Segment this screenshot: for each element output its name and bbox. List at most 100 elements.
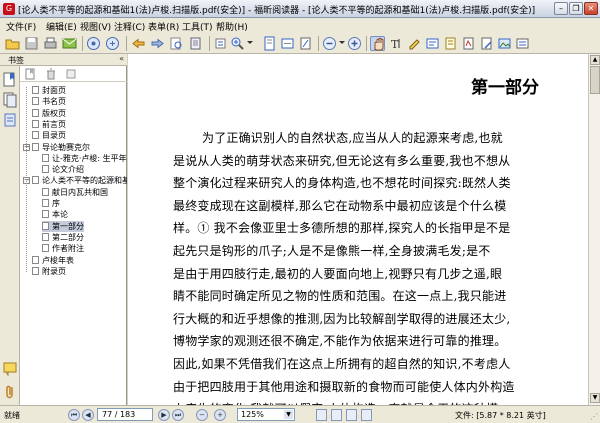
bookmark-item[interactable]: 论人类不平等的起源和基 xyxy=(32,175,127,186)
status-zoom-out-button[interactable]: − xyxy=(196,409,208,421)
open-folder-icon[interactable] xyxy=(5,36,20,51)
comments-tab-icon[interactable] xyxy=(3,360,17,376)
main-toolbar: T xyxy=(0,33,600,54)
continuous-view-icon[interactable] xyxy=(331,409,342,421)
scroll-thumb[interactable] xyxy=(590,66,600,94)
page-number-field[interactable]: 77 / 183 xyxy=(97,408,153,421)
pages-tab-icon[interactable] xyxy=(3,92,17,108)
typewriter-icon[interactable] xyxy=(425,36,440,51)
zoom-level-field[interactable]: 125% ▼ xyxy=(237,408,295,421)
snapshot-icon[interactable] xyxy=(105,36,120,51)
edit-document-icon[interactable] xyxy=(479,36,494,51)
body-text-line: 行大概的和近乎想像的推测,因为比较解剖学取得的进展还太少, xyxy=(173,311,511,326)
annotation-icon[interactable] xyxy=(407,36,422,51)
toolbar-divider xyxy=(318,36,319,51)
zoom-out-circle-icon[interactable] xyxy=(322,36,337,51)
body-text-line: 整个演化过程来研究人的身体构造,也不想花时间探究:既然人类 xyxy=(173,176,511,191)
back-arrow-icon[interactable] xyxy=(131,36,146,51)
bookmark-item[interactable]: 献日内瓦共和国 xyxy=(42,187,108,198)
page-view-icon[interactable] xyxy=(188,36,203,51)
fit-page-icon[interactable] xyxy=(262,36,277,51)
menu-comment[interactable]: 注释(C) xyxy=(114,20,145,33)
zoom-level-value: 125% xyxy=(241,410,264,419)
bookmark-item[interactable]: 版权页 xyxy=(32,108,66,119)
previous-page-button[interactable]: ◀ xyxy=(82,409,94,421)
body-text-line: 是说从人类的萌芽状态来研究,但无论这有多么重要,我也不想从 xyxy=(173,153,511,168)
forward-arrow-icon[interactable] xyxy=(150,36,165,51)
menu-form[interactable]: 表单(R) xyxy=(148,20,179,33)
close-button[interactable]: ✕ xyxy=(584,2,598,15)
bookmark-item[interactable]: 让-雅克·卢梭: 生平年 xyxy=(42,153,127,164)
bookmark-item[interactable]: 前言页 xyxy=(32,119,66,130)
search-doc-icon[interactable] xyxy=(169,36,184,51)
bookmark-label: 前言页 xyxy=(42,119,66,129)
zoom-menu-dropdown-icon[interactable] xyxy=(339,41,345,44)
bookmark-item[interactable]: 导论勒赛克尔 xyxy=(32,142,90,153)
bookmark-item[interactable]: 第二部分 xyxy=(42,232,84,243)
bookmarks-tab-icon[interactable] xyxy=(3,72,17,88)
bookmark-item[interactable]: 第一部分 xyxy=(42,220,84,232)
resize-grip-icon[interactable]: ⋰ xyxy=(590,412,598,421)
body-text-line: 睛不能同时确定所见之物的性质和范围。在这一点上,我只能进 xyxy=(173,289,507,304)
bookmark-label: 本论 xyxy=(52,210,68,220)
last-page-button[interactable]: ⏭ xyxy=(172,409,184,421)
status-ready-text: 就绪 xyxy=(4,411,20,420)
bookmark-item[interactable]: 书名页 xyxy=(32,96,66,107)
image-tool-icon[interactable] xyxy=(497,36,512,51)
bookmark-label: 论文介绍 xyxy=(52,165,84,175)
zoom-in-icon[interactable] xyxy=(230,36,245,51)
bookmark-item[interactable]: 目录页 xyxy=(32,130,66,141)
menu-tools[interactable]: 工具(T) xyxy=(182,20,213,33)
title-bar: G [论人类不平等的起源和基础1(法)卢梭.扫描版.pdf(安全)] - 福昕阅… xyxy=(0,0,600,18)
save-icon[interactable] xyxy=(24,36,39,51)
fit-width-icon[interactable] xyxy=(280,36,295,51)
print-icon[interactable] xyxy=(43,36,58,51)
bookmark-item[interactable]: 序 xyxy=(42,198,60,209)
email-icon[interactable] xyxy=(62,36,77,51)
single-page-view-icon[interactable] xyxy=(316,409,327,421)
document-viewport[interactable]: 第一部分 为了正确识别人的自然状态,应当从人的起源来考虑,也就 是说从人类的萌芽状… xyxy=(128,54,588,405)
zoom-dropdown-icon[interactable] xyxy=(247,41,253,44)
bookmark-label: 导论勒赛克尔 xyxy=(42,142,90,152)
bookmark-page-icon xyxy=(32,86,39,94)
hand-tool-icon[interactable] xyxy=(370,36,385,51)
new-bookmark-icon[interactable] xyxy=(25,68,37,80)
attachments-tab-icon[interactable] xyxy=(3,384,17,400)
facing-view-icon[interactable] xyxy=(346,409,357,421)
bookmark-item[interactable]: 封面页 xyxy=(32,85,66,96)
bookmark-item[interactable]: 卢梭年表 xyxy=(32,255,74,266)
select-text-icon[interactable]: T xyxy=(389,36,404,51)
toolbar-divider xyxy=(366,36,367,51)
note-icon[interactable] xyxy=(443,36,458,51)
menu-view[interactable]: 视图(V) xyxy=(80,20,111,33)
rotate-icon[interactable] xyxy=(213,36,228,51)
delete-bookmark-icon[interactable] xyxy=(45,68,57,80)
bookmark-item[interactable]: 作者附注 xyxy=(42,243,84,254)
section-heading: 第一部分 xyxy=(471,78,539,98)
menu-help[interactable]: 帮助(H) xyxy=(216,20,248,33)
status-zoom-in-button[interactable]: + xyxy=(214,409,226,421)
collapse-panel-button[interactable]: « xyxy=(119,54,124,63)
scroll-down-arrow-icon[interactable]: ▼ xyxy=(590,393,600,403)
maximize-button[interactable]: ❐ xyxy=(569,2,583,15)
scroll-up-arrow-icon[interactable]: ▲ xyxy=(590,55,600,65)
link-tool-icon[interactable] xyxy=(515,36,530,51)
bookmark-item[interactable]: 附录页 xyxy=(32,266,66,277)
zoom-in-circle-icon[interactable] xyxy=(347,36,362,51)
bookmark-item[interactable]: 论文介绍 xyxy=(42,164,84,175)
bookmark-item[interactable]: 本论 xyxy=(42,209,68,220)
next-page-button[interactable]: ▶ xyxy=(158,409,170,421)
menu-edit[interactable]: 编辑(E) xyxy=(46,20,77,33)
minimize-button[interactable]: – xyxy=(554,2,568,15)
actual-size-icon[interactable] xyxy=(298,36,313,51)
vertical-scrollbar[interactable]: ▲ ▼ xyxy=(588,54,600,405)
layers-tab-icon[interactable] xyxy=(3,112,17,128)
bookmark-label: 目录页 xyxy=(42,131,66,141)
first-page-button[interactable]: ⏮ xyxy=(68,409,80,421)
bookmark-options-icon[interactable] xyxy=(65,68,77,80)
zoom-level-dropdown-icon[interactable]: ▼ xyxy=(284,410,293,419)
hand-select-icon[interactable] xyxy=(86,36,101,51)
continuous-facing-view-icon[interactable] xyxy=(361,409,372,421)
menu-file[interactable]: 文件(F) xyxy=(6,20,36,33)
stamp-icon[interactable] xyxy=(461,36,476,51)
